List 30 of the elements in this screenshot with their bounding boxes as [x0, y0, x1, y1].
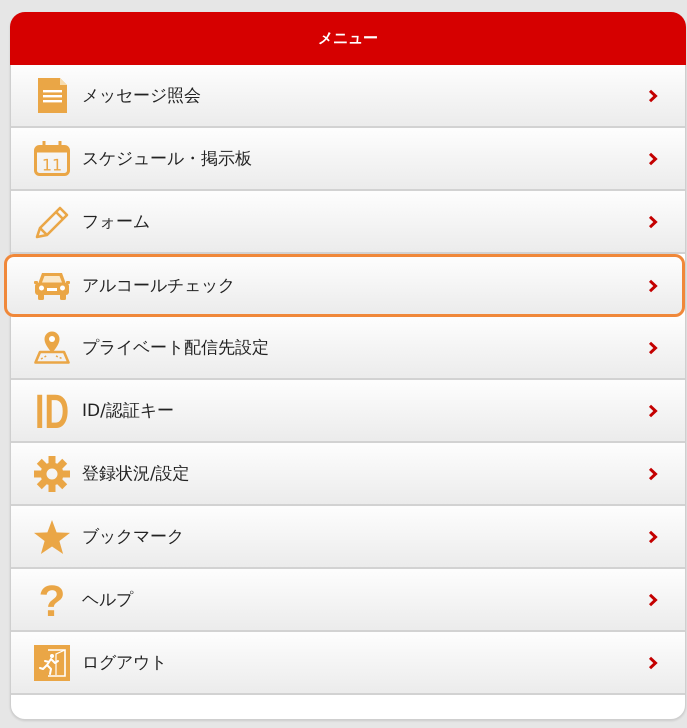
- chevron-right-icon: [648, 466, 658, 480]
- menu-item[interactable]: フォーム: [11, 191, 685, 254]
- chevron-right-icon: [648, 152, 658, 166]
- menu-item[interactable]: 登録状況/設定: [11, 443, 685, 506]
- chevron-right-icon: [648, 656, 658, 670]
- chevron-right-icon: [648, 214, 658, 228]
- chevron-right-icon: [648, 88, 658, 102]
- chevron-right-icon: [648, 530, 658, 544]
- menu-title: メニュー: [318, 29, 378, 48]
- menu-item[interactable]: アルコールチェック: [4, 254, 685, 317]
- gear-icon: [34, 456, 70, 492]
- car-icon: [34, 272, 70, 300]
- chevron-right-icon: [648, 592, 658, 606]
- document-icon: [38, 78, 66, 113]
- menu-item[interactable]: プライベート配信先設定: [11, 317, 685, 380]
- menu-item[interactable]: ログアウト: [11, 632, 685, 695]
- pencil-icon: [34, 204, 70, 238]
- menu-item[interactable]: 11 スケジュール・掲示板: [11, 128, 685, 191]
- menu-item[interactable]: ID ID/認証キー: [11, 380, 685, 443]
- emergency-exit-icon: [34, 644, 70, 680]
- chevron-right-icon: [648, 278, 658, 292]
- help-icon: ?: [37, 582, 67, 618]
- chevron-right-icon: [648, 404, 658, 418]
- menu-item[interactable]: メッセージ照会: [11, 65, 685, 128]
- menu-item[interactable]: ブックマーク: [11, 506, 685, 569]
- menu-item[interactable]: ? ヘルプ: [11, 569, 685, 632]
- id-icon: ID: [34, 392, 70, 428]
- chevron-right-icon: [648, 340, 658, 354]
- map-pin-icon: [34, 331, 70, 364]
- star-icon: [34, 520, 70, 554]
